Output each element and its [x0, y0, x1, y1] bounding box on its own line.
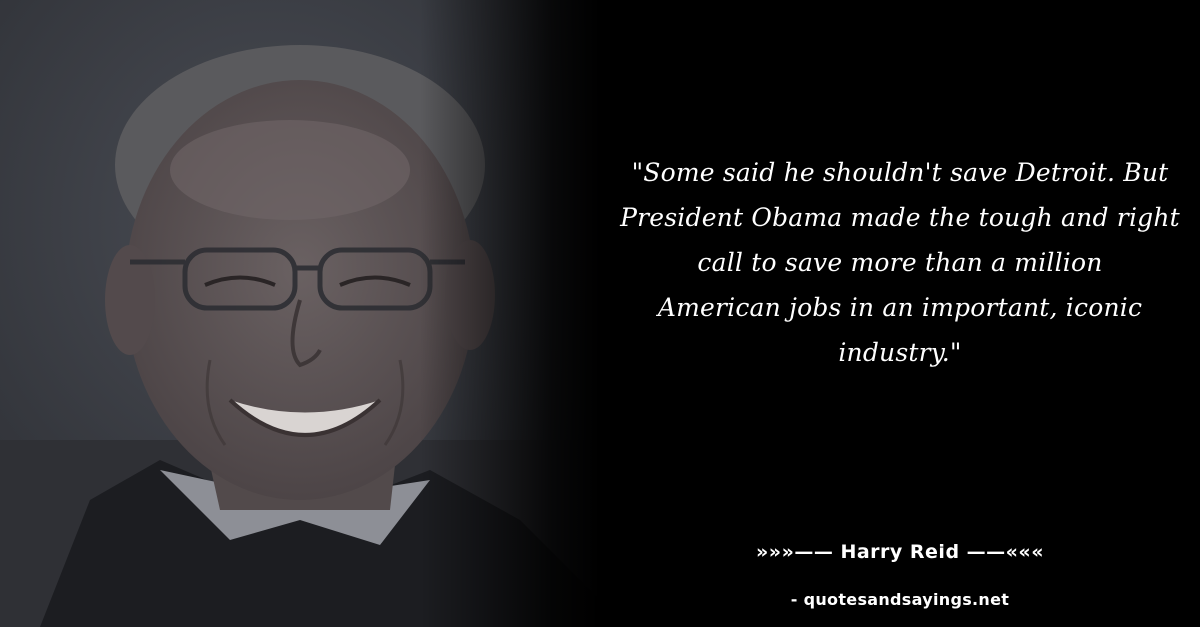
portrait-photo [0, 0, 600, 627]
quote-line: call to save more than a million [697, 248, 1103, 277]
quote-line: President Obama made the tough and right [620, 203, 1180, 232]
source-site: - quotesandsayings.net [790, 590, 1010, 609]
quote-line: industry." [838, 338, 962, 367]
quote-block: "Some said he shouldn't save Detroit. Bu… [610, 150, 1190, 375]
quote-card: "Some said he shouldn't save Detroit. Bu… [0, 0, 1200, 627]
quote-author: »»»—— Harry Reid ——««« [756, 541, 1044, 563]
quote-line: "Some said he shouldn't save Detroit. Bu… [631, 158, 1169, 187]
quote-line: American jobs in an important, iconic [657, 293, 1143, 322]
quote-text: "Some said he shouldn't save Detroit. Bu… [610, 150, 1190, 375]
photo-fade-overlay [0, 0, 600, 627]
